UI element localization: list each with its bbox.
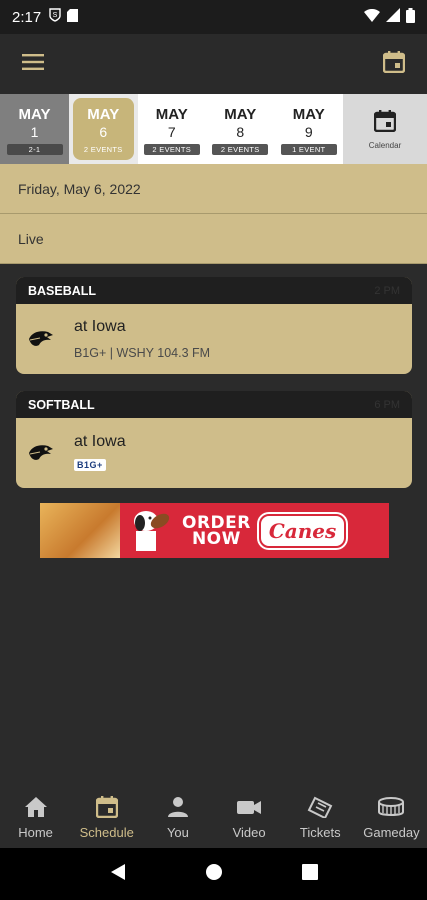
event-opponent: at Iowa — [74, 318, 126, 335]
date-cell-may-9[interactable]: MAY 9 1 EVENT — [274, 94, 343, 164]
nav-label: Home — [18, 825, 53, 840]
sd-card-icon — [67, 8, 79, 26]
nav-label: Gameday — [363, 825, 420, 840]
svg-text:S: S — [53, 12, 58, 19]
calendar-icon — [373, 110, 397, 137]
calendar-button[interactable]: Calendar — [343, 94, 427, 164]
date-badge: 2-1 — [6, 144, 63, 155]
event-time: 6 PM — [374, 398, 400, 411]
event-card-body: at Iowa B1G+ — [16, 418, 412, 488]
ad-headline: ORDER NOW — [182, 514, 251, 549]
date-badge: 2 EVENTS — [83, 145, 123, 154]
event-card-baseball[interactable]: BASEBALL 2 PM at Iowa B1G+ | WSHY 104.3 … — [16, 277, 412, 374]
live-header-text: Live — [18, 230, 44, 247]
nav-you[interactable]: You — [142, 790, 213, 848]
date-month: MAY — [87, 106, 120, 123]
date-header: Friday, May 6, 2022 — [0, 164, 427, 214]
date-badge: 2 EVENTS — [212, 144, 269, 155]
date-cell-may-1[interactable]: MAY 1 2-1 — [0, 94, 69, 164]
event-card-softball[interactable]: SOFTBALL 6 PM at Iowa B1G+ — [16, 391, 412, 488]
date-cell-may-7[interactable]: MAY 7 2 EVENTS — [137, 94, 206, 164]
video-camera-icon — [236, 796, 262, 825]
event-details: at Iowa B1G+ — [74, 433, 126, 473]
hamburger-menu-icon[interactable] — [22, 53, 46, 76]
date-month: MAY — [155, 106, 188, 123]
status-bar: 2:17 S — [0, 0, 427, 34]
status-time: 2:17 — [12, 8, 42, 26]
nav-label: Video — [232, 825, 266, 840]
date-cell-may-8[interactable]: MAY 8 2 EVENTS — [206, 94, 275, 164]
nav-label: Tickets — [299, 825, 341, 840]
ad-banner[interactable]: ORDER NOW Canes — [40, 503, 389, 558]
date-month: MAY — [292, 106, 325, 123]
calendar-icon[interactable] — [382, 50, 406, 78]
back-icon[interactable] — [110, 863, 126, 886]
nav-video[interactable]: Video — [214, 790, 285, 848]
recents-square-icon[interactable] — [301, 863, 318, 885]
system-nav-bar — [0, 848, 427, 900]
nav-tickets[interactable]: Tickets — [285, 790, 356, 848]
b1g-plus-logo: B1G+ — [74, 459, 106, 471]
ad-headline-line-2: NOW — [191, 528, 241, 549]
status-right-icons — [364, 7, 415, 27]
nav-gameday[interactable]: Gameday — [356, 790, 427, 848]
iowa-hawkeye-logo-icon — [28, 329, 54, 349]
nav-label: Schedule — [79, 825, 134, 840]
calendar-icon — [95, 796, 118, 825]
nav-schedule[interactable]: Schedule — [71, 790, 142, 848]
date-badge: 1 EVENT — [280, 144, 337, 155]
ticket-icon — [307, 796, 333, 825]
event-card-body: at Iowa B1G+ | WSHY 104.3 FM — [16, 304, 412, 374]
ad-food-image — [40, 503, 120, 558]
date-badge: 2 EVENTS — [143, 144, 200, 155]
bottom-nav: Home Schedule You Video Tickets Gameday — [0, 790, 427, 848]
event-time: 2 PM — [374, 284, 400, 297]
canes-logo: Canes — [258, 513, 347, 548]
event-card-header: BASEBALL 2 PM — [16, 277, 412, 304]
event-details: at Iowa B1G+ | WSHY 104.3 FM — [74, 318, 210, 360]
date-strip: MAY 1 2-1 MAY 6 2 EVENTS MAY 7 2 EVENTS … — [0, 94, 427, 164]
event-sport: BASEBALL — [28, 283, 97, 298]
nav-home[interactable]: Home — [0, 790, 71, 848]
date-day: 7 — [167, 124, 176, 140]
home-icon — [24, 796, 48, 825]
date-cell-may-6[interactable]: MAY 6 2 EVENTS — [69, 94, 138, 164]
date-month: MAY — [224, 106, 257, 123]
shield-s-icon: S — [49, 8, 61, 26]
date-month: MAY — [18, 106, 51, 123]
date-day: 9 — [304, 124, 313, 140]
date-day: 6 — [99, 124, 108, 140]
nav-label: You — [166, 825, 189, 840]
date-day: 8 — [236, 124, 245, 140]
battery-icon — [406, 7, 415, 27]
event-sport: SOFTBALL — [28, 397, 95, 412]
event-opponent: at Iowa — [74, 433, 126, 450]
person-icon — [167, 796, 189, 825]
event-card-header: SOFTBALL 6 PM — [16, 391, 412, 418]
iowa-hawkeye-logo-icon — [28, 443, 54, 463]
signal-icon — [386, 8, 400, 26]
ad-mascot-image — [120, 503, 176, 558]
live-header: Live — [0, 214, 427, 264]
app-root: 2:17 S MAY 1 2-1 MAY 6 2 EVENTS MAY 7 2 … — [0, 0, 427, 900]
calendar-label: Calendar — [368, 141, 402, 150]
date-header-text: Friday, May 6, 2022 — [18, 180, 141, 197]
date-day: 1 — [30, 124, 39, 140]
home-circle-icon[interactable] — [205, 863, 223, 886]
wifi-icon — [364, 8, 380, 26]
stadium-icon — [377, 796, 405, 825]
event-broadcast: B1G+ | WSHY 104.3 FM — [74, 346, 211, 360]
app-bar — [0, 34, 427, 94]
